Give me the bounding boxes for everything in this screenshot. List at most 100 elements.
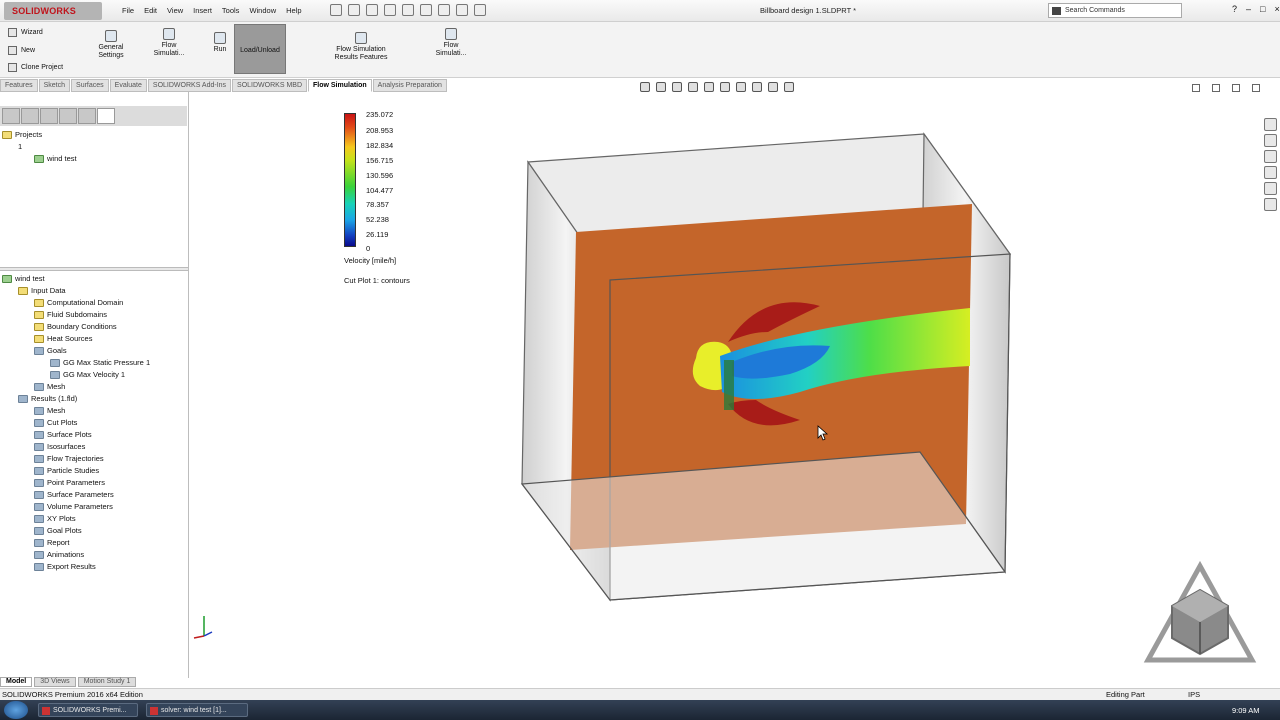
display-style-icon[interactable] bbox=[720, 82, 730, 92]
options-gear-icon[interactable] bbox=[474, 4, 486, 16]
viewport-restore-icon[interactable] bbox=[1192, 84, 1200, 92]
flow-results-features-button[interactable]: Flow Simulation Results Features bbox=[330, 32, 392, 62]
close-button[interactable]: × bbox=[1274, 4, 1279, 14]
tab-flow-simulation[interactable]: Flow Simulation bbox=[308, 79, 372, 92]
tab-sketch[interactable]: Sketch bbox=[38, 79, 71, 92]
menu-help[interactable]: Help bbox=[286, 6, 301, 15]
tree-node-projects[interactable]: Projects bbox=[2, 130, 42, 139]
scene-icon[interactable] bbox=[768, 82, 778, 92]
minimize-button[interactable]: – bbox=[1246, 4, 1251, 14]
viewport-minimize-icon[interactable] bbox=[1212, 84, 1220, 92]
appearances-icon[interactable] bbox=[1264, 182, 1277, 195]
file-explorer-icon[interactable] bbox=[1264, 166, 1277, 179]
solidworks-logo[interactable]: SOLIDWORKS bbox=[4, 2, 102, 20]
start-button[interactable] bbox=[4, 701, 28, 719]
dim-xpert-tab-icon[interactable] bbox=[59, 108, 77, 124]
menu-view[interactable]: View bbox=[167, 6, 183, 15]
home-icon[interactable] bbox=[1264, 118, 1277, 131]
help-button[interactable]: ? bbox=[1232, 4, 1237, 14]
tree-node-surface-parameters[interactable]: Surface Parameters bbox=[34, 490, 114, 499]
viewport-tile-icon[interactable] bbox=[1232, 84, 1240, 92]
tree-node-results-mesh[interactable]: Mesh bbox=[34, 406, 65, 415]
flow-sim-tab-icon[interactable] bbox=[97, 108, 115, 124]
menu-tools[interactable]: Tools bbox=[222, 6, 240, 15]
taskbar-solver[interactable]: solver: wind test [1]... bbox=[146, 703, 248, 717]
tree-node-flow-trajectories[interactable]: Flow Trajectories bbox=[34, 454, 104, 463]
print-icon[interactable] bbox=[384, 4, 396, 16]
tree-node-goal-max-velocity[interactable]: GG Max Velocity 1 bbox=[50, 370, 125, 379]
menu-file[interactable]: File bbox=[122, 6, 134, 15]
resources-icon[interactable] bbox=[1264, 134, 1277, 147]
clone-project-button[interactable]: Clone Project bbox=[8, 63, 63, 72]
flow-simulation-results-button[interactable]: Flow Simulati... bbox=[432, 28, 470, 58]
flow-simulation-button[interactable]: Flow Simulati... bbox=[150, 28, 188, 58]
taskbar-solidworks[interactable]: SOLIDWORKS Premi... bbox=[38, 703, 138, 717]
status-units[interactable]: IPS bbox=[1188, 690, 1200, 699]
file-properties-icon[interactable] bbox=[456, 4, 468, 16]
select-icon[interactable] bbox=[420, 4, 432, 16]
tab-analysis-preparation[interactable]: Analysis Preparation bbox=[372, 79, 447, 92]
tree-node-surface-plots[interactable]: Surface Plots bbox=[34, 430, 92, 439]
tree-node-config[interactable]: 1 bbox=[18, 142, 22, 151]
tree-node-animations[interactable]: Animations bbox=[34, 550, 84, 559]
custom-properties-icon[interactable] bbox=[1264, 198, 1277, 211]
tree-node-cut-plots[interactable]: Cut Plots bbox=[34, 418, 77, 427]
tree-node-xy-plots[interactable]: XY Plots bbox=[34, 514, 76, 523]
hide-show-icon[interactable] bbox=[736, 82, 746, 92]
undo-icon[interactable] bbox=[402, 4, 414, 16]
load-unload-button[interactable]: Load/Unload bbox=[234, 24, 286, 74]
tree-node-isosurfaces[interactable]: Isosurfaces bbox=[34, 442, 85, 451]
tree-node-goals[interactable]: Goals bbox=[34, 346, 67, 355]
graphics-area-domain-box[interactable] bbox=[500, 120, 1040, 620]
menu-edit[interactable]: Edit bbox=[144, 6, 157, 15]
new-project-button[interactable]: New bbox=[8, 46, 35, 55]
appearance-icon[interactable] bbox=[752, 82, 762, 92]
tree-node-wind-test[interactable]: wind test bbox=[2, 274, 45, 283]
open-icon[interactable] bbox=[348, 4, 360, 16]
feature-tree-tab-icon[interactable] bbox=[2, 108, 20, 124]
restore-button[interactable]: □ bbox=[1260, 4, 1265, 14]
tab-3d-views[interactable]: 3D Views bbox=[34, 677, 76, 687]
tree-node-heat-sources[interactable]: Heat Sources bbox=[34, 334, 92, 343]
run-button[interactable]: Run bbox=[208, 32, 232, 54]
tab-addins[interactable]: SOLIDWORKS Add-Ins bbox=[147, 79, 232, 92]
search-commands-input[interactable]: Search Commands bbox=[1048, 3, 1182, 18]
section-view-icon[interactable] bbox=[688, 82, 698, 92]
tab-motion-study[interactable]: Motion Study 1 bbox=[77, 677, 137, 687]
tree-node-point-parameters[interactable]: Point Parameters bbox=[34, 478, 105, 487]
tab-features[interactable]: Features bbox=[0, 79, 38, 92]
viewport-close-icon[interactable] bbox=[1252, 84, 1260, 92]
save-icon[interactable] bbox=[366, 4, 378, 16]
menu-window[interactable]: Window bbox=[249, 6, 276, 15]
wizard-button[interactable]: Wizard bbox=[8, 28, 43, 37]
tab-evaluate[interactable]: Evaluate bbox=[109, 79, 147, 92]
tab-mbd[interactable]: SOLIDWORKS MBD bbox=[232, 79, 307, 92]
design-library-icon[interactable] bbox=[1264, 150, 1277, 163]
tab-surfaces[interactable]: Surfaces bbox=[71, 79, 109, 92]
tree-node-goal-max-static-pressure[interactable]: GG Max Static Pressure 1 bbox=[50, 358, 150, 367]
tree-node-input-data[interactable]: Input Data bbox=[18, 286, 66, 295]
display-manager-tab-icon[interactable] bbox=[78, 108, 96, 124]
menu-insert[interactable]: Insert bbox=[193, 6, 212, 15]
general-settings-button[interactable]: General Settings bbox=[94, 30, 128, 60]
tree-node-results[interactable]: Results (1.fld) bbox=[18, 394, 77, 403]
panel-splitter[interactable] bbox=[0, 267, 188, 271]
tree-node-boundary-conditions[interactable]: Boundary Conditions bbox=[34, 322, 117, 331]
tree-node-computational-domain[interactable]: Computational Domain bbox=[34, 298, 123, 307]
tab-model[interactable]: Model bbox=[0, 677, 33, 687]
tree-node-report[interactable]: Report bbox=[34, 538, 70, 547]
zoom-fit-icon[interactable] bbox=[640, 82, 650, 92]
rebuild-icon[interactable] bbox=[438, 4, 450, 16]
config-manager-tab-icon[interactable] bbox=[40, 108, 58, 124]
tree-node-volume-parameters[interactable]: Volume Parameters bbox=[34, 502, 113, 511]
tree-node-wind-test-project[interactable]: wind test bbox=[34, 154, 77, 163]
tree-node-mesh-input[interactable]: Mesh bbox=[34, 382, 65, 391]
previous-view-icon[interactable] bbox=[672, 82, 682, 92]
tree-node-particle-studies[interactable]: Particle Studies bbox=[34, 466, 99, 475]
zoom-area-icon[interactable] bbox=[656, 82, 666, 92]
property-manager-tab-icon[interactable] bbox=[21, 108, 39, 124]
new-doc-icon[interactable] bbox=[330, 4, 342, 16]
view-settings-icon[interactable] bbox=[784, 82, 794, 92]
tree-node-export-results[interactable]: Export Results bbox=[34, 562, 96, 571]
tree-node-goal-plots[interactable]: Goal Plots bbox=[34, 526, 82, 535]
